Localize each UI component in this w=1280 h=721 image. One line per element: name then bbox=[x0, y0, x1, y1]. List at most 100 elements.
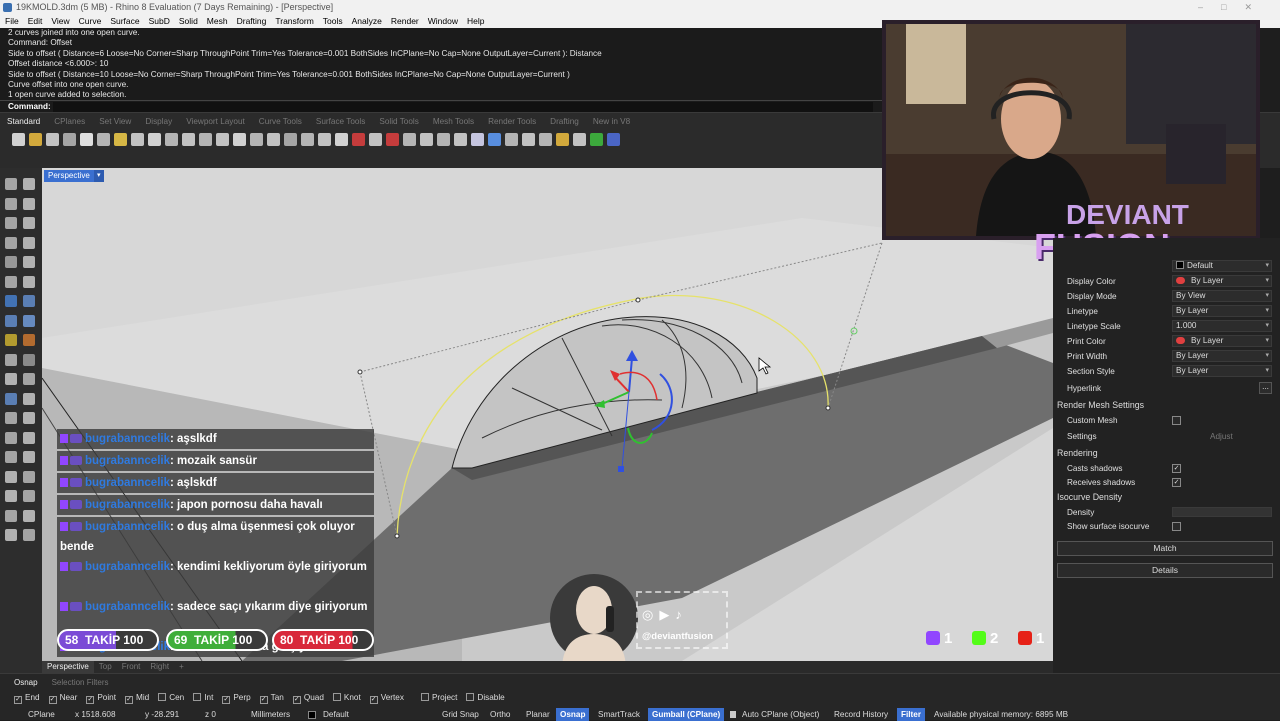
osnap-cen[interactable]: Cen bbox=[158, 693, 184, 702]
sidebar-tool-icon[interactable] bbox=[5, 412, 17, 424]
car-icon[interactable] bbox=[352, 133, 365, 146]
zoom-window-icon[interactable] bbox=[233, 133, 246, 146]
import-icon[interactable] bbox=[80, 133, 93, 146]
sidebar-tool-icon[interactable] bbox=[23, 236, 35, 249]
menu-item-window[interactable]: Window bbox=[428, 16, 458, 26]
toolbar-tab-render-tools[interactable]: Render Tools bbox=[481, 113, 543, 131]
color-icon[interactable] bbox=[471, 133, 484, 146]
sidebar-tool-icon[interactable] bbox=[5, 392, 17, 405]
menu-item-solid[interactable]: Solid bbox=[179, 16, 198, 26]
status-ortho[interactable]: Ortho bbox=[490, 708, 510, 721]
custom-mesh-checkbox[interactable] bbox=[1172, 416, 1181, 425]
sidebar-tool-icon[interactable] bbox=[5, 490, 17, 502]
sidebar-tool-icon[interactable] bbox=[23, 178, 35, 190]
sidebar-tool-icon[interactable] bbox=[23, 431, 35, 444]
toolbar-tab-mesh-tools[interactable]: Mesh Tools bbox=[426, 113, 481, 131]
osnap-tab-selection-filters[interactable]: Selection Filters bbox=[52, 678, 109, 687]
osnap-knot[interactable]: Knot bbox=[332, 693, 361, 702]
osnap-checkbox[interactable]: ✓ bbox=[259, 696, 268, 704]
property-value-select[interactable]: By Layer bbox=[1172, 350, 1272, 362]
toolbar-tab-curve-tools[interactable]: Curve Tools bbox=[252, 113, 309, 131]
sidebar-tool-icon[interactable] bbox=[5, 353, 17, 366]
menu-item-file[interactable]: File bbox=[5, 16, 19, 26]
grid-icon[interactable] bbox=[420, 133, 433, 146]
property-value-select[interactable]: 1.000 bbox=[1172, 320, 1272, 332]
status-cplane[interactable]: CPlane bbox=[28, 708, 55, 721]
status-filter[interactable]: Filter bbox=[897, 708, 926, 721]
osnap-checkbox[interactable] bbox=[193, 693, 202, 701]
material-select[interactable]: Default bbox=[1172, 260, 1272, 272]
property-value-select[interactable]: By Layer bbox=[1172, 275, 1272, 287]
osnap-near[interactable]: ✓ Near bbox=[48, 693, 77, 704]
property-value-select[interactable]: By Layer bbox=[1172, 305, 1272, 317]
sidebar-tool-icon[interactable] bbox=[5, 217, 17, 229]
sidebar-tool-icon[interactable] bbox=[23, 275, 35, 288]
zoom-extents-icon[interactable] bbox=[250, 133, 263, 146]
viewport-tab-perspective[interactable]: Perspective bbox=[42, 661, 94, 673]
toolbar-tab-viewport-layout[interactable]: Viewport Layout bbox=[179, 113, 252, 131]
material-icon[interactable] bbox=[539, 133, 552, 146]
sidebar-tool-icon[interactable] bbox=[5, 529, 17, 541]
sidebar-tool-icon[interactable] bbox=[5, 314, 17, 327]
density-input[interactable] bbox=[1172, 507, 1272, 517]
filter-icon[interactable] bbox=[590, 133, 603, 146]
sidebar-tool-icon[interactable] bbox=[23, 392, 35, 405]
osnap-tab-osnap[interactable]: Osnap bbox=[14, 678, 38, 687]
sidebar-tool-icon[interactable] bbox=[23, 256, 35, 268]
toolbar-tab-set-view[interactable]: Set View bbox=[92, 113, 138, 131]
status-auto-cplane[interactable]: Auto CPlane (Object) bbox=[742, 708, 819, 721]
sidebar-tool-icon[interactable] bbox=[23, 334, 35, 346]
status-grid-snap[interactable]: Grid Snap bbox=[442, 708, 479, 721]
sidebar-tool-icon[interactable] bbox=[5, 334, 17, 346]
viewport-tab-right[interactable]: Right bbox=[145, 661, 174, 673]
gear-icon[interactable] bbox=[556, 133, 569, 146]
sidebar-tool-icon[interactable] bbox=[23, 197, 35, 210]
display-icon[interactable] bbox=[505, 133, 518, 146]
toolbar-tab-cplanes[interactable]: CPlanes bbox=[47, 113, 92, 131]
receives-shadows-checkbox[interactable]: ✓ bbox=[1172, 478, 1181, 487]
hide-icon[interactable] bbox=[318, 133, 331, 146]
render-icon[interactable] bbox=[522, 133, 535, 146]
osnap-checkbox[interactable]: ✓ bbox=[369, 696, 378, 704]
osnap-int[interactable]: Int bbox=[193, 693, 213, 702]
chevron-down-icon[interactable]: ▾ bbox=[93, 170, 104, 182]
menu-item-view[interactable]: View bbox=[51, 16, 69, 26]
paste-icon[interactable] bbox=[131, 133, 144, 146]
status-units[interactable]: Millimeters bbox=[251, 708, 290, 721]
unlock-icon[interactable] bbox=[386, 133, 399, 146]
toolbar-tab-surface-tools[interactable]: Surface Tools bbox=[309, 113, 372, 131]
menu-item-edit[interactable]: Edit bbox=[28, 16, 43, 26]
toolbar-tab-standard[interactable]: Standard bbox=[0, 113, 47, 131]
details-button[interactable]: Details bbox=[1057, 563, 1273, 578]
osnap-checkbox[interactable]: ✓ bbox=[86, 696, 95, 704]
casts-shadows-checkbox[interactable]: ✓ bbox=[1172, 464, 1181, 473]
save-icon[interactable] bbox=[46, 133, 59, 146]
sidebar-tool-icon[interactable] bbox=[23, 412, 35, 424]
menu-item-drafting[interactable]: Drafting bbox=[237, 16, 267, 26]
sidebar-tool-icon[interactable] bbox=[5, 197, 17, 210]
command-input[interactable] bbox=[52, 101, 873, 112]
show-isocurve-checkbox[interactable] bbox=[1172, 522, 1181, 531]
osnap-checkbox[interactable] bbox=[332, 693, 341, 701]
zoom-selected-icon[interactable] bbox=[267, 133, 280, 146]
lightbulb-icon[interactable] bbox=[454, 133, 467, 146]
osnap-project[interactable]: Project bbox=[420, 693, 457, 702]
sidebar-tool-icon[interactable] bbox=[5, 373, 17, 385]
viewport-layout-icon[interactable] bbox=[301, 133, 314, 146]
pan-icon[interactable] bbox=[182, 133, 195, 146]
menu-item-tools[interactable]: Tools bbox=[323, 16, 343, 26]
show-icon[interactable] bbox=[335, 133, 348, 146]
sidebar-tool-icon[interactable] bbox=[5, 431, 17, 444]
toolbar-tab-drafting[interactable]: Drafting bbox=[543, 113, 586, 131]
property-value-select[interactable]: By Layer bbox=[1172, 335, 1272, 347]
sidebar-tool-icon[interactable] bbox=[23, 490, 35, 502]
sidebar-tool-icon[interactable] bbox=[23, 451, 35, 463]
rotate-view-icon[interactable] bbox=[199, 133, 212, 146]
osnap-checkbox[interactable] bbox=[420, 693, 429, 701]
status-smarttrack[interactable]: SmartTrack bbox=[598, 708, 640, 721]
osnap-end[interactable]: ✓ End bbox=[14, 693, 40, 704]
sidebar-tool-icon[interactable] bbox=[5, 470, 17, 483]
status-gumball[interactable]: Gumball (CPlane) bbox=[648, 708, 725, 721]
osnap-checkbox[interactable]: ✓ bbox=[14, 696, 22, 704]
status-layer[interactable]: Default bbox=[323, 708, 349, 721]
